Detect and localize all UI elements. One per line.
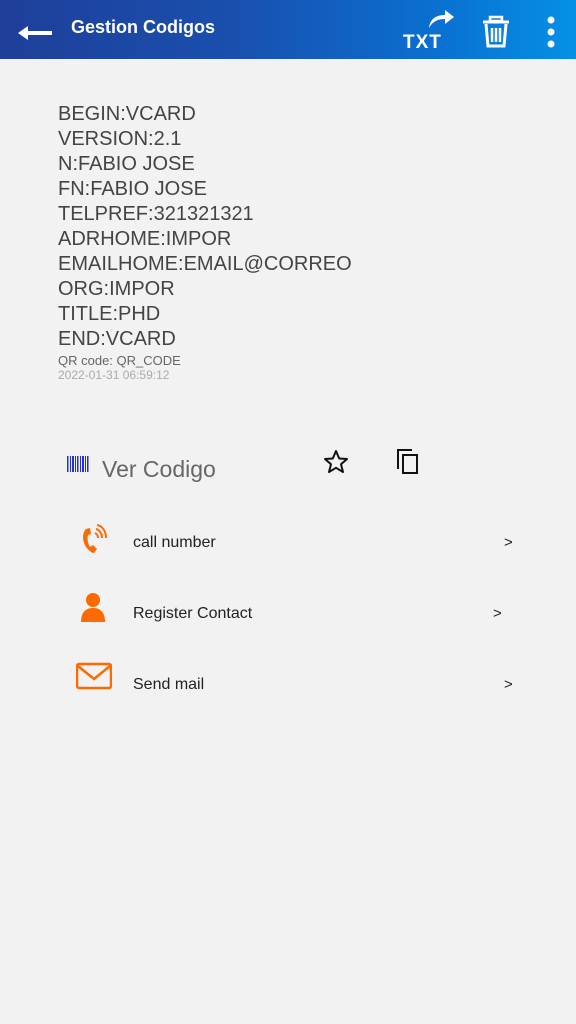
vcard-line: EMAILHOME:EMAIL@CORREO bbox=[58, 253, 352, 275]
person-icon bbox=[81, 593, 105, 622]
vcard-content: BEGIN:VCARD VERSION:2.1 N:FABIO JOSE FN:… bbox=[58, 102, 548, 383]
app-title: Gestion Codigos bbox=[71, 17, 215, 37]
timestamp: 2022-01-31 06:59:12 bbox=[58, 368, 170, 382]
overflow-menu-button[interactable] bbox=[538, 14, 564, 50]
trash-icon bbox=[483, 15, 509, 48]
txt-label: TXT bbox=[403, 32, 442, 53]
chevron-right-icon: > bbox=[504, 676, 513, 693]
copy-button[interactable] bbox=[394, 447, 422, 482]
export-txt-button[interactable]: TXT bbox=[400, 8, 456, 54]
chevron-right-icon: > bbox=[493, 605, 502, 622]
call-number-action[interactable]: call number > bbox=[0, 519, 576, 575]
vcard-line: BEGIN:VCARD bbox=[58, 103, 196, 125]
register-contact-action[interactable]: Register Contact > bbox=[0, 590, 576, 646]
arrow-left-icon bbox=[18, 26, 52, 40]
vcard-line: TELPREF:321321321 bbox=[58, 203, 254, 225]
favorite-button[interactable] bbox=[322, 448, 350, 481]
mail-icon bbox=[76, 662, 112, 690]
vcard-line: N:FABIO JOSE bbox=[58, 153, 195, 175]
delete-button[interactable] bbox=[480, 14, 512, 50]
share-arrow-icon bbox=[429, 10, 454, 28]
vcard-line: ADRHOME:IMPOR bbox=[58, 228, 232, 250]
vcard-line: VERSION:2.1 bbox=[58, 128, 182, 150]
barcode-icon bbox=[67, 456, 89, 472]
back-button[interactable] bbox=[12, 14, 58, 50]
action-label: call number bbox=[133, 534, 216, 551]
action-label: Send mail bbox=[133, 676, 205, 693]
vcard-line: FN:FABIO JOSE bbox=[58, 178, 207, 200]
qr-type-label: QR code: QR_CODE bbox=[58, 353, 181, 368]
view-code-button[interactable]: Ver Codigo bbox=[102, 456, 216, 483]
app-bar: Gestion Codigos TXT bbox=[0, 0, 576, 59]
more-vertical-icon bbox=[547, 16, 555, 48]
code-row: Ver Codigo bbox=[0, 440, 576, 496]
vcard-line: TITLE:PHD bbox=[58, 303, 161, 325]
star-icon bbox=[324, 450, 348, 473]
send-mail-action[interactable]: Send mail > bbox=[0, 661, 576, 717]
copy-icon bbox=[397, 449, 418, 474]
vcard-line: END:VCARD bbox=[58, 328, 176, 350]
action-label: Register Contact bbox=[133, 605, 253, 622]
chevron-right-icon: > bbox=[504, 534, 513, 551]
vcard-line: ORG:IMPOR bbox=[58, 278, 175, 300]
phone-icon bbox=[83, 524, 107, 553]
